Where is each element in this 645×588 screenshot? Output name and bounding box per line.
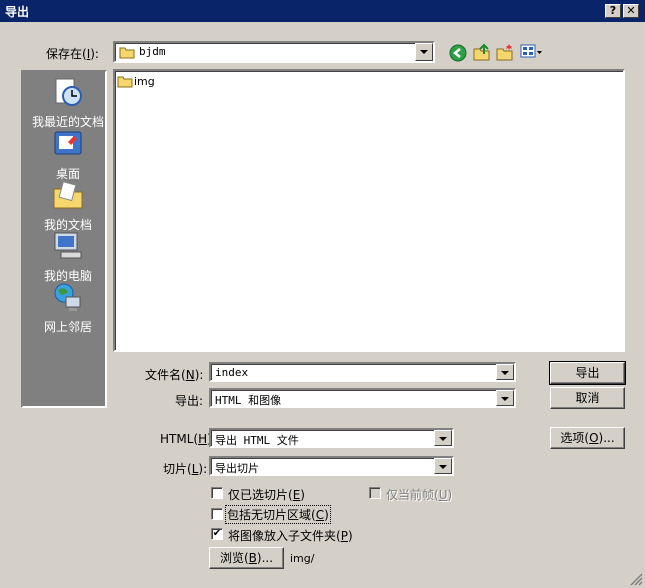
html-label-text: HTML	[160, 432, 194, 446]
chevron-down-icon[interactable]	[434, 430, 452, 446]
filename-field[interactable]: index	[209, 362, 516, 382]
back-icon[interactable]	[449, 44, 467, 62]
export-button[interactable]: 导出	[549, 361, 626, 385]
save-in-value: bjdm	[139, 45, 166, 58]
filename-value: index	[215, 366, 249, 379]
place-network-label: 网上邻居	[43, 320, 92, 334]
slices-value: 导出切片	[215, 462, 259, 475]
place-recent[interactable]: 我最近的文档	[23, 76, 113, 130]
desktop-icon	[54, 131, 82, 155]
subfolder-path: img/	[290, 552, 315, 565]
view-menu-icon[interactable]	[520, 44, 544, 60]
slices-mnemonic: L	[191, 462, 199, 476]
chevron-down-icon[interactable]	[415, 43, 433, 61]
browse-button[interactable]: 浏览(B)...	[209, 547, 284, 569]
place-my-computer[interactable]: 我的电脑	[23, 230, 113, 284]
help-button[interactable]: ?	[605, 4, 621, 18]
slices-select[interactable]: 导出切片	[209, 456, 454, 476]
chevron-down-icon[interactable]	[434, 458, 452, 474]
up-folder-icon[interactable]	[473, 43, 491, 61]
folder-icon	[119, 47, 135, 59]
export-type-label: 导出:	[175, 394, 204, 408]
my-documents-icon	[53, 181, 83, 209]
html-mnemonic: H	[198, 432, 208, 446]
images-subfolder-label[interactable]: 将图像放入子文件夹(P)	[228, 527, 353, 544]
new-folder-icon[interactable]	[496, 43, 514, 61]
save-in-mnemonic: I	[86, 47, 91, 61]
place-network[interactable]: 网上邻居	[23, 281, 113, 335]
save-in-label: 保存在(I):	[46, 47, 99, 61]
chevron-down-icon[interactable]	[496, 364, 514, 380]
filename-label-text: 文件名	[145, 368, 182, 382]
selected-only-label[interactable]: 仅已选切片(E)	[228, 486, 305, 503]
options-mnemonic: O	[589, 431, 599, 445]
checkmark-icon: ✔	[212, 528, 222, 539]
current-frame-text: 仅当前帧	[386, 488, 435, 502]
place-my-documents[interactable]: 我的文档	[23, 179, 113, 233]
places-bar: 我最近的文档 桌面 我的文档 我的电脑 网上邻居	[21, 70, 107, 408]
filename-label: 文件名(N):	[145, 368, 204, 382]
save-in-label-text: 保存在	[46, 47, 83, 61]
html-select[interactable]: 导出 HTML 文件	[209, 428, 454, 448]
selected-only-mnemonic: E	[292, 488, 301, 502]
include-unsliced-mnemonic: C	[315, 508, 325, 522]
chevron-down-icon[interactable]	[496, 390, 514, 406]
include-unsliced-checkbox[interactable]	[211, 508, 223, 520]
network-places-icon	[54, 283, 81, 311]
selected-only-checkbox[interactable]	[211, 487, 223, 499]
folder-icon	[117, 76, 133, 88]
place-desktop[interactable]: 桌面	[23, 128, 113, 182]
current-frame-mnemonic: U	[438, 488, 448, 502]
file-list[interactable]: img	[113, 69, 625, 352]
current-frame-label: 仅当前帧(U)	[386, 488, 453, 502]
filename-mnemonic: N	[185, 368, 195, 382]
options-button[interactable]: 选项(O)...	[550, 427, 625, 449]
images-subfolder-text: 将图像放入子文件夹	[228, 529, 337, 543]
title-bar: 导出	[0, 0, 645, 22]
browse-mnemonic: B	[248, 551, 257, 565]
include-unsliced-text: 包括无切片区域	[227, 508, 312, 522]
selected-only-text: 仅已选切片	[228, 488, 289, 502]
save-in-select[interactable]: bjdm	[113, 41, 435, 63]
export-type-select[interactable]: HTML 和图像	[209, 388, 516, 408]
current-frame-checkbox	[369, 487, 381, 499]
window-title: 导出	[5, 5, 30, 19]
images-subfolder-mnemonic: P	[340, 529, 348, 543]
images-subfolder-checkbox[interactable]: ✔	[211, 528, 223, 540]
close-button[interactable]: ✕	[623, 4, 639, 18]
options-label: 选项	[560, 431, 585, 445]
html-label: HTML(H):	[160, 432, 216, 446]
my-computer-icon	[54, 232, 82, 259]
slices-label: 切片(L):	[163, 462, 208, 476]
export-type-value: HTML 和图像	[215, 394, 282, 407]
include-unsliced-label[interactable]: 包括无切片区域(C)	[225, 505, 331, 524]
html-value: 导出 HTML 文件	[215, 434, 299, 447]
cancel-button[interactable]: 取消	[550, 387, 625, 409]
resize-grip-icon[interactable]	[629, 572, 643, 586]
file-name: img	[134, 75, 155, 88]
slices-label-text: 切片	[163, 462, 188, 476]
recent-documents-icon	[55, 78, 82, 106]
browse-label: 浏览	[219, 551, 244, 565]
